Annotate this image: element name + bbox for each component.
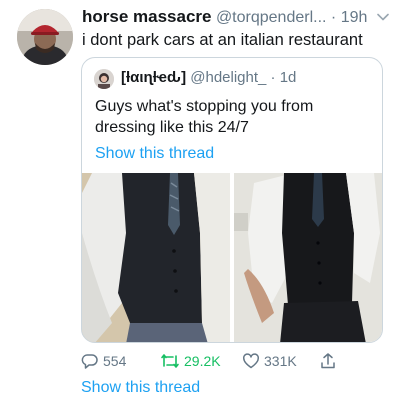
quoted-media[interactable] <box>82 173 382 342</box>
like-count: 331K <box>264 353 297 369</box>
tweet[interactable]: horse massacre @torqpenderl... · 19h i d… <box>0 0 400 407</box>
photo-vest-left[interactable] <box>82 173 230 342</box>
separator-dot: · <box>270 69 276 86</box>
retweet-count: 29.2K <box>184 353 221 369</box>
share-button[interactable] <box>319 350 341 372</box>
timestamp[interactable]: 19h <box>341 9 368 26</box>
user-handle[interactable]: @torqpenderl... <box>216 9 327 26</box>
chevron-down-icon[interactable] <box>376 10 390 24</box>
quoted-avatar[interactable] <box>94 69 114 89</box>
quoted-display-name[interactable]: [ƚαιɳƚҽԃ] <box>121 69 186 86</box>
like-button[interactable]: 331K <box>242 350 297 372</box>
quoted-show-thread-link[interactable]: Show this thread <box>95 145 214 163</box>
reply-button[interactable]: 554 <box>81 350 126 372</box>
separator-dot: · <box>330 9 337 26</box>
quoted-timestamp[interactable]: 1d <box>280 69 297 86</box>
photo-vest-right[interactable] <box>234 173 382 342</box>
share-icon <box>321 353 335 369</box>
show-thread-link[interactable]: Show this thread <box>81 379 200 397</box>
tweet-text: i dont park cars at an italian restauran… <box>82 31 363 49</box>
avatar[interactable] <box>17 9 73 65</box>
quoted-tweet[interactable]: [ƚαιɳƚҽԃ] @hdelight_ · 1d Guys what's st… <box>81 57 383 343</box>
heart-icon <box>243 353 259 369</box>
quoted-header: [ƚαιɳƚҽԃ] @hdelight_ · 1d <box>121 69 296 86</box>
display-name[interactable]: horse massacre <box>82 7 211 26</box>
quoted-text: Guys what's stopping you from dressing l… <box>95 98 314 136</box>
tweet-actions: 554 29.2K 331K <box>81 350 381 372</box>
tweet-header: horse massacre @torqpenderl... · 19h <box>82 7 392 29</box>
quoted-handle[interactable]: @hdelight_ <box>190 69 266 86</box>
retweet-icon <box>161 354 179 368</box>
reply-icon <box>81 354 98 369</box>
retweet-button[interactable]: 29.2K <box>160 350 221 372</box>
reply-count: 554 <box>103 353 127 369</box>
